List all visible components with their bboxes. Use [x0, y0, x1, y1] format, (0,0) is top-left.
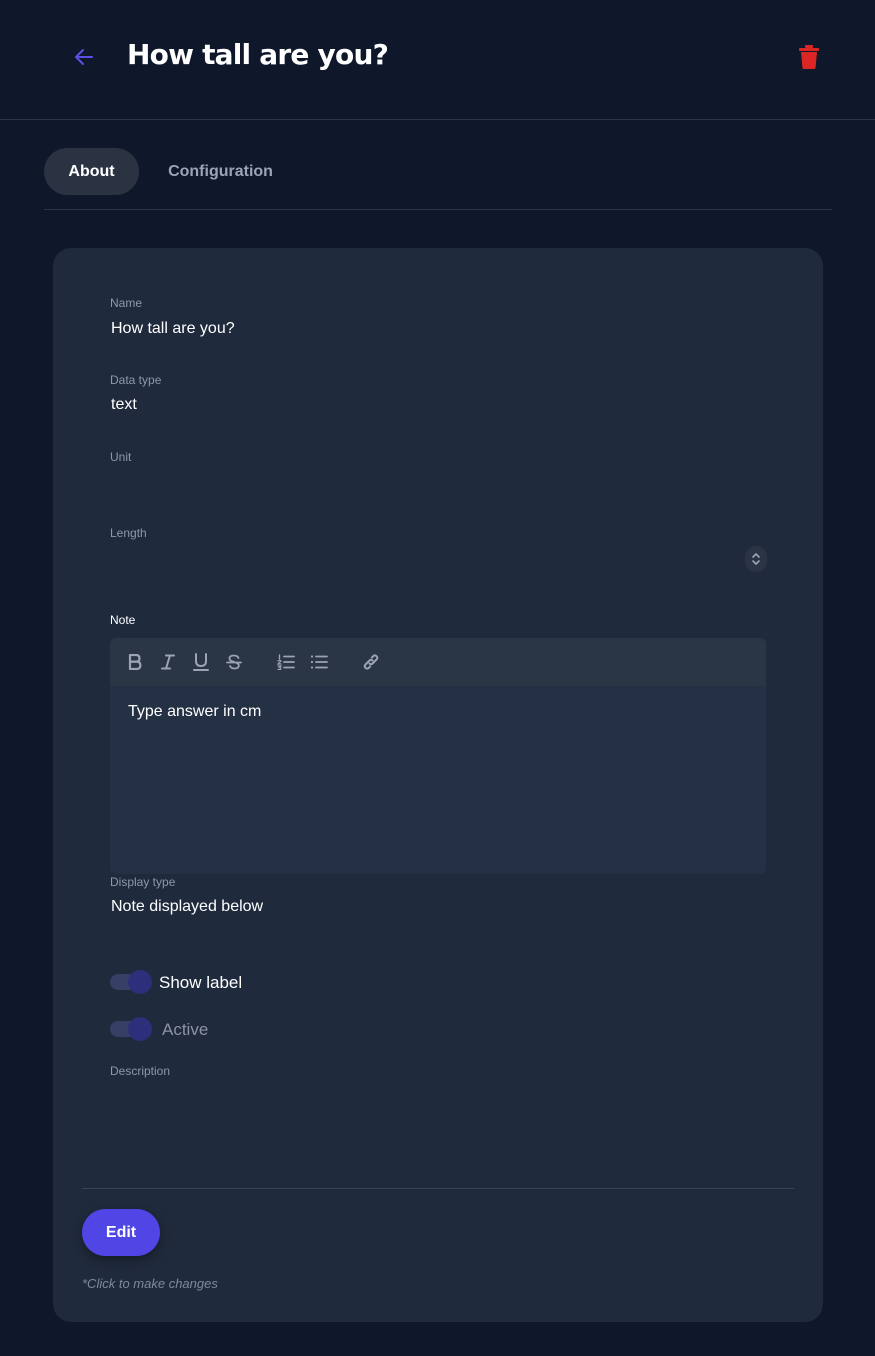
length-label: Length — [110, 526, 147, 540]
active-toggle[interactable] — [110, 1017, 152, 1041]
active-label-text: Active — [162, 1020, 209, 1039]
note-editor[interactable]: Type answer in cm — [110, 638, 766, 874]
chevron-up-down-icon — [752, 553, 760, 565]
underline-button[interactable] — [189, 651, 213, 673]
description-label: Description — [110, 1064, 171, 1078]
bullet-list-icon — [310, 655, 328, 669]
edit-hint: *Click to make changes — [82, 1276, 218, 1291]
show-label-text: Show label — [159, 973, 243, 992]
tab-about[interactable]: About — [44, 148, 139, 195]
name-value: How tall are you? — [111, 320, 235, 337]
delete-button[interactable] — [796, 44, 822, 70]
name-label: Name — [110, 296, 143, 310]
edit-button[interactable]: Edit — [82, 1209, 160, 1256]
bold-button[interactable] — [123, 651, 147, 673]
link-button[interactable] — [359, 651, 383, 673]
display-type-value: Note displayed below — [111, 898, 264, 915]
ordered-list-button[interactable] — [274, 651, 298, 673]
trash-icon — [799, 45, 819, 69]
toggle-knob — [128, 970, 152, 994]
data-type-value: text — [111, 396, 137, 413]
details-card: Name How tall are you? Data type text Un… — [53, 248, 823, 1322]
tab-configuration[interactable]: Configuration — [154, 148, 287, 195]
arrow-left-icon — [75, 49, 93, 65]
show-label-toggle[interactable] — [110, 970, 152, 994]
toggle-knob — [128, 1017, 152, 1041]
strikethrough-icon — [226, 654, 242, 670]
link-icon — [363, 654, 379, 670]
bullet-list-button[interactable] — [307, 651, 331, 673]
tab-bar: About Configuration — [44, 148, 832, 210]
back-button[interactable] — [70, 43, 98, 71]
editor-toolbar — [110, 638, 766, 686]
page-header: How tall are you? — [0, 0, 875, 120]
bold-icon — [128, 654, 142, 670]
divider — [82, 1188, 794, 1189]
italic-icon — [161, 654, 175, 670]
length-stepper[interactable] — [745, 546, 767, 572]
note-content: Type answer in cm — [128, 703, 262, 720]
unit-label: Unit — [110, 450, 132, 464]
underline-icon — [193, 653, 209, 671]
data-type-label: Data type — [110, 373, 162, 387]
italic-button[interactable] — [156, 651, 180, 673]
note-label: Note — [110, 613, 136, 627]
page-title: How tall are you? — [127, 38, 389, 71]
strikethrough-button[interactable] — [222, 651, 246, 673]
display-type-label: Display type — [110, 875, 176, 889]
ordered-list-icon — [277, 654, 295, 670]
